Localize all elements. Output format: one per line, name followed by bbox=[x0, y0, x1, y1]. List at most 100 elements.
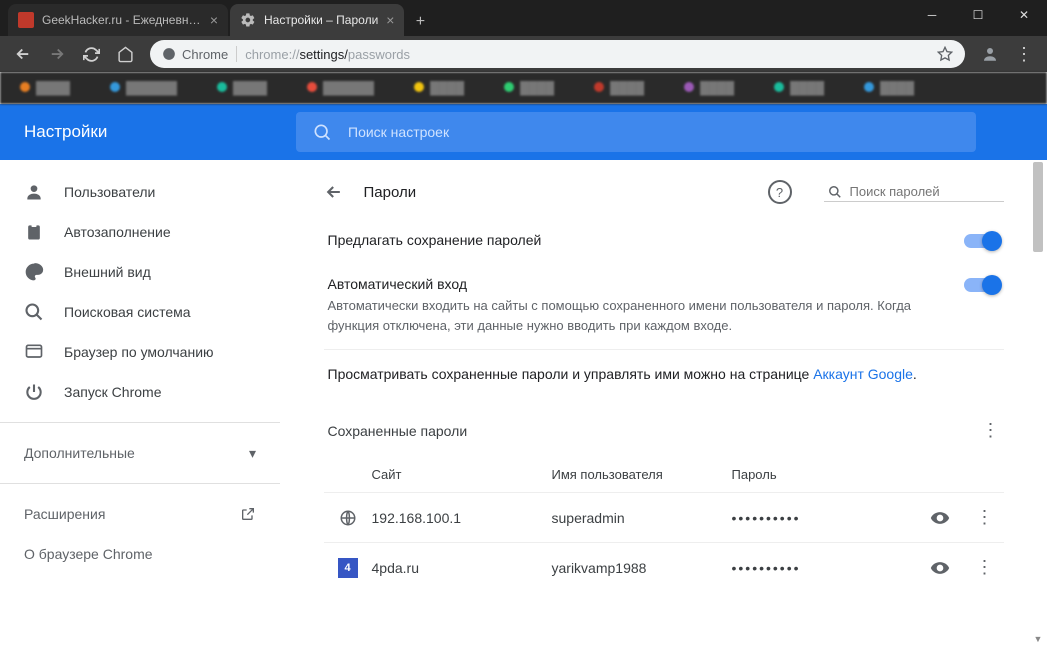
scroll-down-icon[interactable]: ▼ bbox=[1031, 632, 1045, 646]
more-menu-button[interactable]: ⋮ bbox=[982, 420, 1000, 441]
sidebar-item-extensions[interactable]: Расширения bbox=[0, 494, 280, 534]
chevron-down-icon: ▾ bbox=[249, 445, 256, 462]
scrollbar-thumb[interactable] bbox=[1033, 162, 1043, 252]
sidebar-label: Внешний вид bbox=[64, 264, 151, 280]
browser-toolbar: Chrome chrome://settings/passwords ⋮ bbox=[0, 36, 1047, 72]
row-more-button[interactable]: ⋮ bbox=[970, 507, 1000, 528]
search-icon bbox=[312, 122, 332, 142]
info-text: Просматривать сохраненные пароли и управ… bbox=[328, 366, 814, 382]
pass-cell: •••••••••• bbox=[732, 510, 930, 526]
bookmark-star-icon[interactable] bbox=[937, 46, 953, 62]
power-icon bbox=[24, 382, 44, 402]
home-button[interactable] bbox=[110, 39, 140, 69]
sidebar-label: Автозаполнение bbox=[64, 224, 171, 240]
maximize-button[interactable]: ☐ bbox=[955, 0, 1001, 30]
section-header: Пароли ? bbox=[324, 172, 1004, 218]
sidebar-label: Поисковая система bbox=[64, 304, 191, 320]
table-header: Сайт Имя пользователя Пароль bbox=[324, 451, 1004, 492]
col-user: Имя пользователя bbox=[552, 467, 732, 482]
tab-geekhacker[interactable]: GeekHacker.ru - Ежедневный ж × bbox=[8, 4, 228, 36]
reload-button[interactable] bbox=[76, 39, 106, 69]
row-title: Предлагать сохранение паролей bbox=[328, 232, 944, 248]
settings-search[interactable] bbox=[296, 112, 976, 152]
close-icon[interactable]: × bbox=[210, 12, 218, 28]
sidebar-item-autofill[interactable]: Автозаполнение bbox=[0, 212, 280, 252]
row-subtitle: Автоматически входить на сайты с помощью… bbox=[328, 296, 944, 335]
extensions-label: Расширения bbox=[24, 506, 105, 522]
sidebar-item-search[interactable]: Поисковая система bbox=[0, 292, 280, 332]
sidebar-label: Пользователи bbox=[64, 184, 155, 200]
offer-save-row: Предлагать сохранение паролей bbox=[324, 218, 1004, 262]
gear-icon bbox=[240, 12, 256, 28]
search-icon bbox=[24, 302, 44, 322]
search-icon bbox=[828, 185, 842, 199]
user-cell: yarikvamp1988 bbox=[552, 560, 732, 576]
advanced-label: Дополнительные bbox=[24, 445, 135, 461]
new-tab-button[interactable]: + bbox=[406, 8, 434, 36]
divider bbox=[0, 483, 280, 484]
sidebar-item-about[interactable]: О браузере Chrome bbox=[0, 534, 280, 574]
site-cell[interactable]: 4pda.ru bbox=[372, 560, 552, 576]
page-title: Пароли bbox=[364, 184, 752, 201]
close-icon[interactable]: × bbox=[386, 12, 394, 28]
row-title: Автоматический вход bbox=[328, 276, 944, 292]
clipboard-icon bbox=[24, 222, 44, 242]
minimize-button[interactable]: ─ bbox=[909, 0, 955, 30]
tab-settings[interactable]: Настройки – Пароли × bbox=[230, 4, 404, 36]
avatar-button[interactable] bbox=[975, 39, 1005, 69]
auto-signin-row: Автоматический вход Автоматически входит… bbox=[324, 262, 1004, 349]
settings-header: Настройки bbox=[0, 104, 1047, 160]
saved-passwords-header: Сохраненные пароли ⋮ bbox=[324, 402, 1004, 451]
site-cell[interactable]: 192.168.100.1 bbox=[372, 510, 552, 526]
sidebar-item-advanced[interactable]: Дополнительные ▾ bbox=[0, 433, 280, 473]
chip-label: Chrome bbox=[182, 47, 228, 62]
person-icon bbox=[24, 182, 44, 202]
about-label: О браузере Chrome bbox=[24, 546, 153, 562]
forward-button[interactable] bbox=[42, 39, 72, 69]
sidebar-item-startup[interactable]: Запуск Chrome bbox=[0, 372, 280, 412]
password-row: 4 4pda.ru yarikvamp1988 •••••••••• ⋮ bbox=[324, 542, 1004, 592]
sidebar-item-default-browser[interactable]: Браузер по умолчанию bbox=[0, 332, 280, 372]
scrollbar[interactable]: ▼ bbox=[1031, 162, 1045, 646]
browser-icon bbox=[24, 342, 44, 362]
settings-title: Настройки bbox=[0, 122, 296, 142]
user-cell: superadmin bbox=[552, 510, 732, 526]
bookmarks-bar: ████ ██████ ████ ██████ ████ ████ ████ █… bbox=[0, 72, 1047, 104]
sidebar-label: Браузер по умолчанию bbox=[64, 344, 214, 360]
url-text: chrome://settings/passwords bbox=[245, 47, 410, 62]
close-window-button[interactable]: ✕ bbox=[1001, 0, 1047, 30]
password-row: 192.168.100.1 superadmin •••••••••• ⋮ bbox=[324, 492, 1004, 542]
google-account-link[interactable]: Аккаунт Google bbox=[813, 366, 913, 382]
auto-signin-toggle[interactable] bbox=[964, 278, 1000, 292]
show-password-button[interactable] bbox=[930, 508, 970, 528]
site-info-chip[interactable]: Chrome bbox=[162, 47, 228, 62]
password-search-input[interactable] bbox=[850, 184, 1026, 199]
url-bar[interactable]: Chrome chrome://settings/passwords bbox=[150, 40, 965, 68]
favicon-icon bbox=[18, 12, 34, 28]
show-password-button[interactable] bbox=[930, 558, 970, 578]
tab-label: Настройки – Пароли bbox=[264, 13, 378, 27]
window-titlebar: GeekHacker.ru - Ежедневный ж × Настройки… bbox=[0, 0, 1047, 36]
sidebar-label: Запуск Chrome bbox=[64, 384, 161, 400]
tab-label: GeekHacker.ru - Ежедневный ж bbox=[42, 13, 202, 27]
sidebar: Пользователи Автозаполнение Внешний вид … bbox=[0, 160, 280, 650]
palette-icon bbox=[24, 262, 44, 282]
back-button[interactable] bbox=[8, 39, 38, 69]
divider bbox=[0, 422, 280, 423]
globe-icon bbox=[338, 508, 358, 528]
offer-save-toggle[interactable] bbox=[964, 234, 1000, 248]
menu-button[interactable]: ⋮ bbox=[1009, 39, 1039, 69]
help-button[interactable]: ? bbox=[768, 180, 792, 204]
main-content: Пароли ? Предлагать сохранение паролей А… bbox=[280, 160, 1047, 650]
site-favicon-icon: 4 bbox=[338, 558, 358, 578]
col-site: Сайт bbox=[372, 467, 552, 482]
manage-passwords-info: Просматривать сохраненные пароли и управ… bbox=[324, 349, 1004, 402]
sidebar-item-users[interactable]: Пользователи bbox=[0, 172, 280, 212]
pass-cell: •••••••••• bbox=[732, 560, 930, 576]
back-arrow-button[interactable] bbox=[324, 182, 348, 202]
settings-search-input[interactable] bbox=[348, 124, 960, 140]
password-search[interactable] bbox=[824, 182, 1004, 202]
row-more-button[interactable]: ⋮ bbox=[970, 557, 1000, 578]
col-pass: Пароль bbox=[732, 467, 1000, 482]
sidebar-item-appearance[interactable]: Внешний вид bbox=[0, 252, 280, 292]
